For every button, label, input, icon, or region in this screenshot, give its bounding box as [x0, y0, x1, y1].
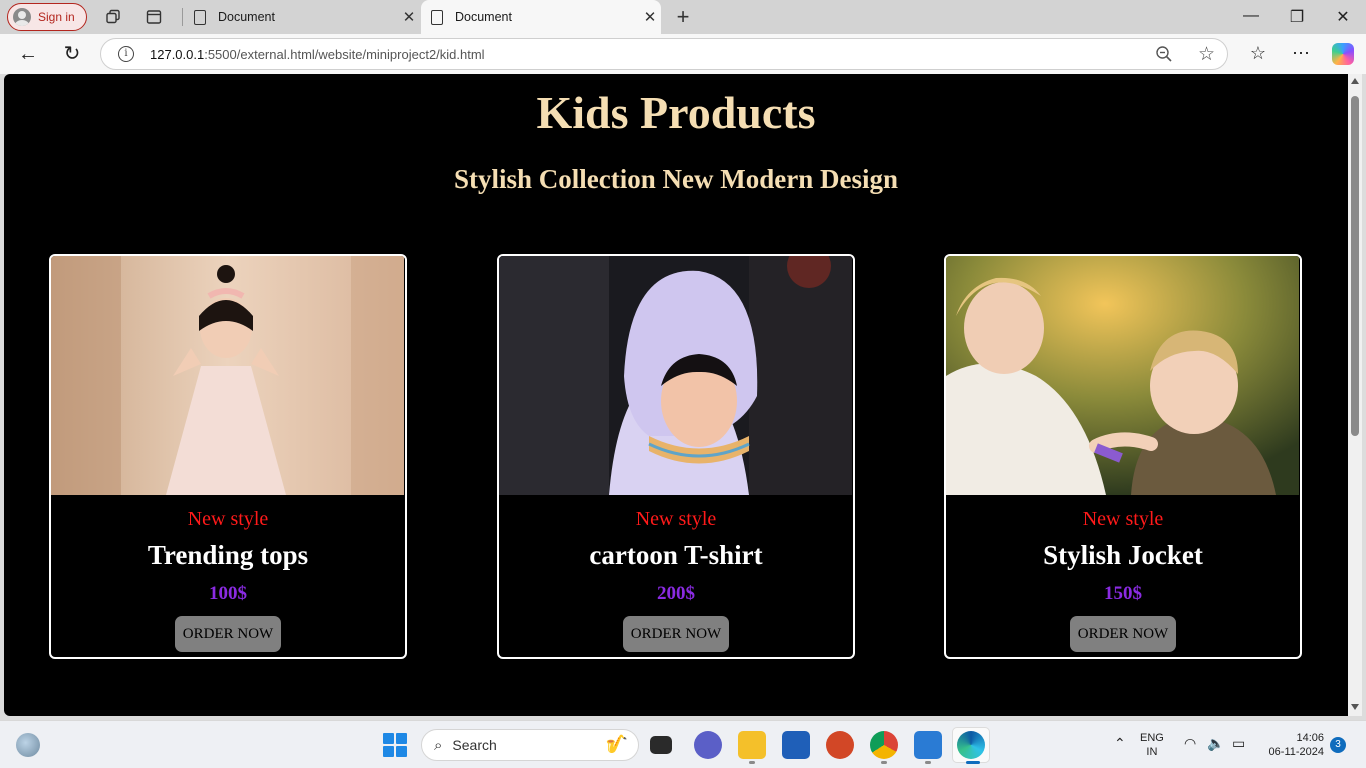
- close-tab-icon[interactable]: ✕: [398, 8, 420, 26]
- product-price: 200$: [657, 583, 695, 604]
- tab-actions-icon[interactable]: [146, 9, 162, 25]
- document-icon: [194, 9, 206, 25]
- product-name: Trending tops: [147, 540, 309, 570]
- two-kids-jacket-image: [946, 256, 1299, 495]
- product-name: cartoon T-shirt: [589, 540, 763, 570]
- favorites-icon[interactable]: ☆: [1247, 42, 1269, 64]
- page-scrollbar[interactable]: [1348, 74, 1362, 716]
- product-name: Stylish Jocket: [1043, 540, 1203, 570]
- clock[interactable]: 14:06 06-11-2024: [1262, 731, 1324, 759]
- product-price: 100$: [209, 583, 247, 604]
- page-title: Kids Products: [536, 87, 816, 138]
- girl-purple-hood-image: [499, 256, 852, 495]
- search-icon: ⌕: [434, 736, 443, 754]
- girl-pink-dress-image: [51, 256, 404, 495]
- product-price: 150$: [1104, 583, 1142, 604]
- browser-toolbar: ← ↻ i 127.0.0.1:5500/external.html/websi…: [0, 34, 1366, 74]
- tab-document-1[interactable]: Document ✕: [184, 0, 420, 34]
- product-tag: New style: [187, 508, 269, 530]
- running-indicator: [881, 761, 887, 764]
- taskbar: ⌕ Search 🎷 ⌃ ENG IN ◠ 🔈 ▭ 14:06 06-11-20…: [0, 720, 1366, 768]
- search-placeholder: Search: [452, 737, 497, 753]
- order-now-button[interactable]: ORDER NOW: [1070, 616, 1176, 652]
- product-card: New style Trending tops 100$ ORDER NOW: [49, 254, 407, 659]
- zoom-out-icon[interactable]: [1155, 45, 1173, 63]
- search-highlight-icon: 🎷: [605, 734, 628, 754]
- new-tab-icon[interactable]: +: [673, 4, 693, 30]
- notification-badge[interactable]: 3: [1330, 737, 1346, 753]
- scroll-up-icon[interactable]: [1351, 78, 1359, 84]
- sign-in-label: Sign in: [38, 10, 75, 24]
- page-subtitle: Stylish Collection New Modern Design: [454, 164, 898, 194]
- page-viewport: Kids Products Stylish Collection New Mod…: [4, 74, 1348, 716]
- volume-icon[interactable]: 🔈: [1207, 735, 1224, 752]
- back-arrow-icon[interactable]: ←: [16, 42, 40, 66]
- tab-strip: Sign in Document ✕ Document ✕ + — ❐ ✕: [0, 0, 1366, 34]
- favorite-star-icon[interactable]: ☆: [1198, 43, 1215, 66]
- vscode-icon[interactable]: [914, 731, 942, 759]
- more-options-icon[interactable]: ⋯: [1290, 42, 1312, 64]
- taskbar-search[interactable]: ⌕ Search 🎷: [421, 729, 639, 761]
- edge-icon[interactable]: [957, 731, 985, 759]
- store-icon[interactable]: [782, 731, 810, 759]
- product-card: New style Stylish Jocket 150$ ORDER NOW: [944, 254, 1302, 659]
- close-tab-icon[interactable]: ✕: [639, 8, 661, 26]
- product-tag: New style: [1082, 508, 1164, 530]
- close-window-icon[interactable]: ✕: [1328, 7, 1358, 27]
- scroll-down-icon[interactable]: [1351, 704, 1359, 710]
- tab-separator: [182, 8, 183, 26]
- wifi-icon[interactable]: ◠: [1184, 735, 1196, 752]
- product-tag: New style: [635, 508, 717, 530]
- active-indicator: [966, 761, 980, 764]
- minimize-icon[interactable]: —: [1236, 7, 1266, 25]
- running-indicator: [749, 761, 755, 764]
- product-card: New style cartoon T-shirt 200$ ORDER NOW: [497, 254, 855, 659]
- scrollbar-thumb[interactable]: [1351, 96, 1359, 436]
- site-info-icon[interactable]: i: [118, 46, 134, 62]
- task-view-icon[interactable]: [650, 736, 672, 754]
- show-hidden-icons-chevron-up-icon[interactable]: ⌃: [1114, 735, 1126, 752]
- restore-icon[interactable]: ❐: [1282, 7, 1312, 27]
- powerpoint-icon[interactable]: [826, 731, 854, 759]
- copilot-icon[interactable]: [1332, 43, 1354, 65]
- order-now-button[interactable]: ORDER NOW: [175, 616, 281, 652]
- chrome-icon[interactable]: [870, 731, 898, 759]
- refresh-icon[interactable]: ↻: [60, 42, 84, 66]
- battery-icon[interactable]: ▭: [1232, 735, 1245, 752]
- teams-chat-icon[interactable]: [694, 731, 722, 759]
- file-explorer-icon[interactable]: [738, 731, 766, 759]
- document-icon: [431, 9, 443, 25]
- tab-document-2[interactable]: Document ✕: [421, 0, 661, 34]
- tab-title: Document: [218, 10, 275, 24]
- sign-in-button[interactable]: Sign in: [7, 3, 87, 31]
- language-indicator[interactable]: ENG IN: [1140, 731, 1164, 759]
- workspaces-icon[interactable]: [105, 9, 121, 25]
- url-text: 127.0.0.1:5500/external.html/website/min…: [150, 46, 485, 62]
- tab-title: Document: [455, 10, 512, 24]
- weather-widget-icon[interactable]: [16, 733, 40, 757]
- address-bar[interactable]: i 127.0.0.1:5500/external.html/website/m…: [100, 38, 1228, 70]
- running-indicator: [925, 761, 931, 764]
- profile-avatar-icon: [13, 8, 31, 26]
- order-now-button[interactable]: ORDER NOW: [623, 616, 729, 652]
- windows-start-icon[interactable]: [383, 733, 407, 757]
